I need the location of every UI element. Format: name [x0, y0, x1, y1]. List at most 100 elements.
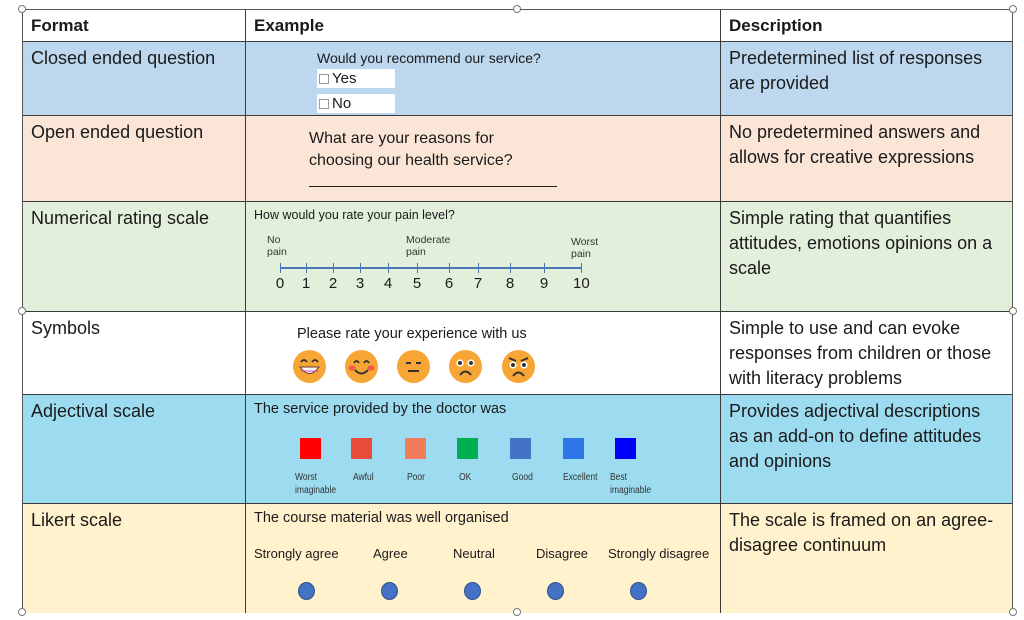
- adjective-swatch[interactable]: [615, 438, 636, 459]
- scale-tick: [581, 263, 582, 273]
- adjective-label-line2: imaginable: [295, 485, 337, 496]
- anchor-line2: pain: [406, 246, 426, 258]
- anchor-line1: Worst: [571, 236, 599, 248]
- scale-number-0[interactable]: 0: [272, 275, 288, 292]
- scale-tick: [510, 263, 511, 273]
- adjective-label-line2: imaginable: [610, 485, 652, 496]
- survey-formats-table: Format Example Description Closed ended …: [22, 9, 1013, 613]
- example-question: The service provided by the doctor was: [254, 401, 507, 417]
- scale-anchor-label: Moderate pain: [406, 234, 450, 258]
- resize-handle-middle-left[interactable]: [18, 307, 26, 315]
- scale-number-6[interactable]: 6: [441, 275, 457, 292]
- description-cell: No predetermined answers and allows for …: [729, 122, 981, 167]
- answer-line[interactable]: [309, 186, 557, 187]
- scale-number-4[interactable]: 4: [380, 275, 396, 292]
- format-cell: Closed ended question: [23, 42, 246, 115]
- adjective-label: Excellent: [563, 471, 597, 484]
- scale-number-9[interactable]: 9: [536, 275, 552, 292]
- adjective-swatch[interactable]: [405, 438, 426, 459]
- adjective-swatch[interactable]: [300, 438, 321, 459]
- checkbox-icon[interactable]: [319, 98, 329, 109]
- adjective-label-line1: Good: [512, 472, 533, 483]
- scale-tick: [449, 263, 450, 273]
- option-label: No: [332, 95, 352, 112]
- scale-number-2[interactable]: 2: [325, 275, 341, 292]
- resize-handle-bottom-center[interactable]: [513, 608, 521, 616]
- description-cell: Simple rating that quantifies attitudes,…: [729, 208, 993, 278]
- likert-option-label: Disagree: [536, 546, 589, 561]
- scale-number-3[interactable]: 3: [352, 275, 368, 292]
- scale-number-1[interactable]: 1: [298, 275, 314, 292]
- likert-option-label: Neutral: [453, 546, 495, 561]
- checkbox-icon[interactable]: [319, 73, 329, 84]
- adjective-label-line1: Best: [610, 472, 628, 483]
- likert-radio[interactable]: [381, 582, 398, 600]
- example-question-line1: What are your reasons for: [309, 130, 494, 147]
- scale-anchor-label: No pain: [267, 234, 287, 258]
- resize-handle-top-center[interactable]: [513, 5, 521, 13]
- option-no[interactable]: No: [317, 94, 395, 113]
- anchor-line1: No: [267, 234, 281, 246]
- adjective-label: Worst imaginable: [295, 471, 336, 497]
- scale-tick: [280, 263, 281, 273]
- scale-number-8[interactable]: 8: [502, 275, 518, 292]
- resize-handle-middle-right[interactable]: [1009, 307, 1017, 315]
- likert-radio[interactable]: [630, 582, 647, 600]
- table-header-row: Format Example Description: [23, 10, 1012, 42]
- adjective-label-line1: Worst: [295, 472, 318, 483]
- option-yes[interactable]: Yes: [317, 69, 395, 88]
- example-question: Would you recommend our service?: [317, 50, 541, 66]
- table-row-closed-ended: Closed ended question Would you recommen…: [23, 42, 1012, 116]
- adjective-label: Awful: [353, 471, 374, 484]
- resize-handle-bottom-left[interactable]: [18, 608, 26, 616]
- format-cell: Numerical rating scale: [23, 202, 246, 311]
- scale-tick: [333, 263, 334, 273]
- grinning-face-icon[interactable]: [293, 350, 326, 383]
- likert-radio[interactable]: [298, 582, 315, 600]
- likert-radio[interactable]: [464, 582, 481, 600]
- table-row-numerical-rating: Numerical rating scale How would you rat…: [23, 202, 1012, 312]
- adjective-label-line1: OK: [459, 472, 472, 483]
- description-cell: Provides adjectival descriptions as an a…: [729, 401, 982, 471]
- angry-face-icon[interactable]: [502, 350, 535, 383]
- table-row-symbols: Symbols Please rate your experience with…: [23, 312, 1012, 395]
- example-question: How would you rate your pain level?: [254, 208, 455, 222]
- scale-tick: [417, 263, 418, 273]
- example-cell: What are your reasons for choosing our h…: [246, 116, 721, 201]
- frowning-face-icon[interactable]: [449, 350, 482, 383]
- format-cell: Open ended question: [23, 116, 246, 201]
- header-example: Example: [246, 10, 721, 41]
- likert-option-label: Agree: [373, 546, 408, 561]
- adjective-swatch[interactable]: [563, 438, 584, 459]
- likert-radio[interactable]: [547, 582, 564, 600]
- description-cell: The scale is framed on an agree-disagree…: [729, 510, 994, 555]
- scale-tick: [388, 263, 389, 273]
- scale-tick: [544, 263, 545, 273]
- table-row-likert: Likert scale The course material was wel…: [23, 504, 1012, 613]
- description-cell: Predetermined list of responses are prov…: [729, 48, 983, 93]
- example-cell: Please rate your experience with us: [246, 312, 721, 394]
- anchor-line2: pain: [571, 248, 591, 260]
- adjective-swatch[interactable]: [351, 438, 372, 459]
- scale-number-10[interactable]: 10: [573, 275, 590, 292]
- format-cell: Likert scale: [23, 504, 246, 613]
- scale-number-7[interactable]: 7: [470, 275, 486, 292]
- resize-handle-top-left[interactable]: [18, 5, 26, 13]
- example-cell: The course material was well organised S…: [246, 504, 721, 613]
- resize-handle-bottom-right[interactable]: [1009, 608, 1017, 616]
- adjective-label-line1: Awful: [353, 472, 374, 483]
- adjective-swatch[interactable]: [457, 438, 478, 459]
- likert-option-label: Strongly disagree: [608, 546, 710, 561]
- example-cell: The service provided by the doctor was W…: [246, 395, 721, 503]
- anchor-line1: Moderate: [406, 234, 451, 246]
- example-cell: How would you rate your pain level? 0123…: [246, 202, 721, 311]
- table-row-adjectival: Adjectival scale The service provided by…: [23, 395, 1012, 504]
- example-cell: Would you recommend our service? Yes No: [246, 42, 721, 115]
- smiling-blushing-face-icon[interactable]: [345, 350, 378, 383]
- adjective-label: Good: [512, 471, 533, 484]
- format-cell: Adjectival scale: [23, 395, 246, 503]
- expressionless-face-icon[interactable]: [397, 350, 430, 383]
- adjective-swatch[interactable]: [510, 438, 531, 459]
- scale-number-5[interactable]: 5: [409, 275, 425, 292]
- resize-handle-top-right[interactable]: [1009, 5, 1017, 13]
